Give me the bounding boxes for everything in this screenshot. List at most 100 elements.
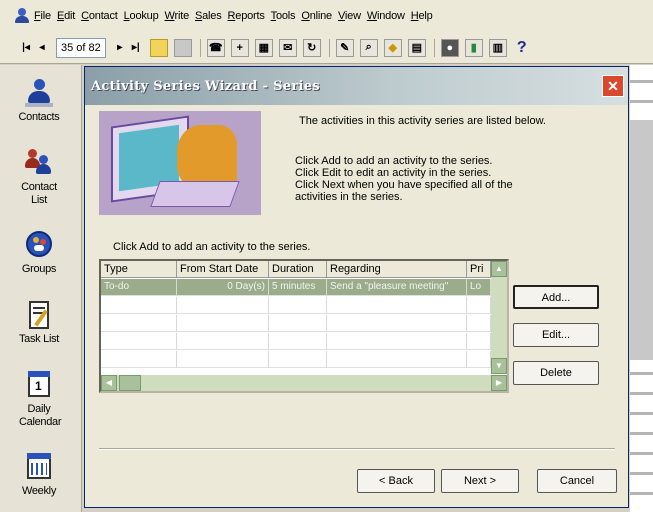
background-panel (630, 120, 653, 360)
table-cell (177, 315, 269, 332)
table-row[interactable] (101, 333, 491, 350)
background-row (630, 492, 653, 495)
sidebar-item-label: Daily Calendar (19, 403, 62, 428)
calendar-icon[interactable]: ▥ (488, 38, 507, 57)
back-button[interactable]: < Back (357, 469, 435, 493)
groups-icon (25, 231, 53, 261)
activity-table[interactable]: Type From Start Date Duration Regarding … (99, 259, 509, 393)
scroll-down-icon[interactable]: ▼ (491, 358, 507, 374)
sidebar-item-task-list[interactable]: Task List (0, 301, 78, 346)
history-icon[interactable]: ↻ (302, 38, 321, 57)
toolbar-separator (433, 38, 435, 57)
close-button[interactable]: ✕ (602, 75, 624, 97)
vertical-scrollbar[interactable]: ▲ ▼ (491, 261, 507, 374)
sidebar-item-contact-list[interactable]: Contact List (0, 149, 78, 207)
edit-button-label: Edit... (541, 329, 571, 341)
table-cell (327, 333, 467, 350)
edit-button[interactable]: Edit... (513, 323, 599, 347)
daily-calendar-icon: 1 (25, 371, 53, 401)
menu-bar: File Edit Contact Lookup Write Sales Rep… (0, 0, 653, 32)
delete-button[interactable]: Delete (513, 361, 599, 385)
cancel-button[interactable]: Cancel (537, 469, 617, 493)
tag-icon[interactable]: ◆ (383, 38, 402, 57)
delete-button-label: Delete (540, 367, 572, 379)
menu-online[interactable]: Online (301, 10, 338, 22)
email-icon[interactable]: ✉ (278, 38, 297, 57)
people-icon (25, 149, 53, 179)
weekly-calendar-icon (25, 453, 53, 483)
table-cell (101, 297, 177, 314)
report-icon[interactable]: ▤ (407, 38, 426, 57)
app-icon (14, 8, 30, 24)
open-folder-icon[interactable] (149, 38, 168, 57)
record-position: 35 of 82 (56, 37, 106, 58)
last-record-icon[interactable]: ▸| (128, 42, 144, 53)
sidebar-item-weekly[interactable]: Weekly (0, 453, 78, 498)
scroll-left-icon[interactable]: ◀ (101, 375, 117, 391)
save-icon[interactable] (173, 38, 192, 57)
note-icon[interactable]: ✎ (335, 38, 354, 57)
person-icon (25, 79, 53, 109)
table-cell (101, 351, 177, 368)
background-row (630, 472, 653, 475)
task-list-icon (25, 301, 53, 331)
menu-reports[interactable]: Reports (228, 10, 271, 22)
scroll-up-icon[interactable]: ▲ (491, 261, 507, 277)
sidebar-item-groups[interactable]: Groups (0, 231, 78, 276)
table-row[interactable]: To-do 0 Day(s) 5 minutes Send a "pleasur… (101, 279, 491, 296)
table-row[interactable] (101, 297, 491, 314)
table-row[interactable] (101, 315, 491, 332)
table-cell (177, 297, 269, 314)
scroll-thumb[interactable] (119, 375, 141, 391)
menu-file[interactable]: File (34, 10, 57, 22)
menu-contact[interactable]: Contact (81, 10, 124, 22)
cancel-button-label: Cancel (559, 475, 595, 487)
menu-help[interactable]: Help (411, 10, 439, 22)
attach-icon[interactable]: ▮ (464, 38, 483, 57)
column-header-duration[interactable]: Duration (269, 261, 327, 278)
help-icon[interactable]: ? (513, 39, 531, 57)
column-header-regarding[interactable]: Regarding (327, 261, 467, 278)
lookup-icon[interactable]: ⌕ (359, 38, 378, 57)
column-header-from-start-date[interactable]: From Start Date (177, 261, 269, 278)
background-row (630, 372, 653, 375)
first-record-icon[interactable]: |◂ (18, 42, 34, 53)
sidebar-item-contacts[interactable]: Contacts (0, 79, 78, 124)
schedule-icon[interactable]: ▦ (254, 38, 273, 57)
menu-edit[interactable]: Edit (57, 10, 81, 22)
table-cell (101, 333, 177, 350)
phone-icon[interactable]: ☎ (206, 38, 225, 57)
previous-record-icon[interactable]: ◂ (34, 42, 50, 53)
cell-regarding: Send a "pleasure meeting" (327, 279, 467, 296)
table-cell (327, 297, 467, 314)
next-button-label: Next > (463, 475, 497, 487)
next-record-icon[interactable]: ▸ (112, 42, 128, 53)
table-cell (467, 297, 491, 314)
sidebar-item-daily-calendar[interactable]: 1 Daily Calendar (0, 371, 78, 429)
table-cell (269, 333, 327, 350)
column-header-type[interactable]: Type (101, 261, 177, 278)
table-cell (269, 315, 327, 332)
back-button-label: < Back (379, 475, 413, 487)
menu-window[interactable]: Window (367, 10, 411, 22)
menu-lookup[interactable]: Lookup (124, 10, 165, 22)
menu-sales[interactable]: Sales (195, 10, 228, 22)
next-button[interactable]: Next > (441, 469, 519, 493)
menu-write[interactable]: Write (165, 10, 195, 22)
menu-view[interactable]: View (338, 10, 367, 22)
table-row[interactable] (101, 351, 491, 368)
globe-icon[interactable]: ● (440, 38, 459, 57)
add-button[interactable]: Add... (513, 285, 599, 309)
table-cell (467, 351, 491, 368)
new-contact-icon[interactable]: + (230, 38, 249, 57)
column-header-priority[interactable]: Pri (467, 261, 491, 278)
sidebar-item-label: Weekly (21, 485, 57, 497)
background-row (630, 80, 653, 83)
sidebar-item-label: Contact List (21, 181, 57, 206)
cell-type: To-do (101, 279, 177, 296)
horizontal-scrollbar[interactable]: ◀ ▶ (101, 375, 507, 391)
table-label: Click Add to add an activity to the seri… (113, 241, 311, 253)
cell-from-start-date: 0 Day(s) (177, 279, 269, 296)
scroll-right-icon[interactable]: ▶ (491, 375, 507, 391)
menu-tools[interactable]: Tools (271, 10, 302, 22)
